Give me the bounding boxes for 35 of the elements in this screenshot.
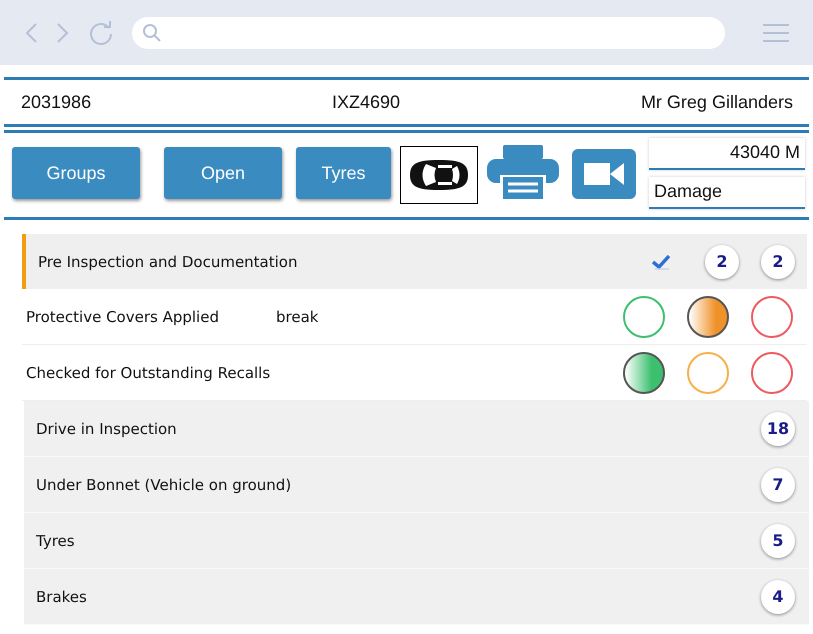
group-row[interactable]: Tyres 5 xyxy=(24,513,809,569)
count-badge: 7 xyxy=(761,468,795,502)
count-badge: 2 xyxy=(705,244,739,278)
toolbar-button[interactable]: Open xyxy=(164,147,282,199)
section-header[interactable]: Pre Inspection and Documentation 2 2 xyxy=(22,234,807,289)
section-title: Pre Inspection and Documentation xyxy=(38,252,298,270)
group-row[interactable]: Drive in Inspection 18 xyxy=(24,401,809,457)
group-title: Under Bonnet (Vehicle on ground) xyxy=(36,476,292,494)
count-badge: 4 xyxy=(761,580,795,614)
job-number: 2031986 xyxy=(21,92,92,112)
search-icon xyxy=(142,22,162,42)
count-badge: 5 xyxy=(761,524,795,558)
video-camera-icon[interactable] xyxy=(572,149,636,199)
item-label: Protective Covers Applied xyxy=(26,308,220,326)
rating-option[interactable] xyxy=(623,352,665,394)
registration: IXZ4690 xyxy=(332,92,400,112)
rating-option[interactable] xyxy=(751,352,793,394)
mileage-field[interactable]: 43040 M xyxy=(649,138,805,170)
rating-option[interactable] xyxy=(687,296,729,338)
group-title: Tyres xyxy=(36,532,76,550)
group-title: Brakes xyxy=(36,588,88,606)
group-row[interactable]: Brakes 4 xyxy=(24,569,809,625)
customer-name: Mr Greg Gillanders xyxy=(640,92,793,112)
count-badge: 18 xyxy=(761,412,795,446)
printer-icon[interactable] xyxy=(487,145,559,199)
car-icon[interactable] xyxy=(400,146,478,204)
group-title: Drive in Inspection xyxy=(36,420,178,438)
count-badge: 2 xyxy=(761,244,795,278)
toolbar-button[interactable]: Tyres xyxy=(296,147,391,199)
toolbar-button[interactable]: Groups xyxy=(12,147,140,199)
group-row[interactable]: Under Bonnet (Vehicle on ground) 7 xyxy=(24,457,809,513)
rating-option[interactable] xyxy=(751,296,793,338)
item-label: Checked for Outstanding Recalls xyxy=(26,364,272,382)
damage-field[interactable]: Damage xyxy=(649,176,805,208)
item-note: break xyxy=(276,308,318,326)
